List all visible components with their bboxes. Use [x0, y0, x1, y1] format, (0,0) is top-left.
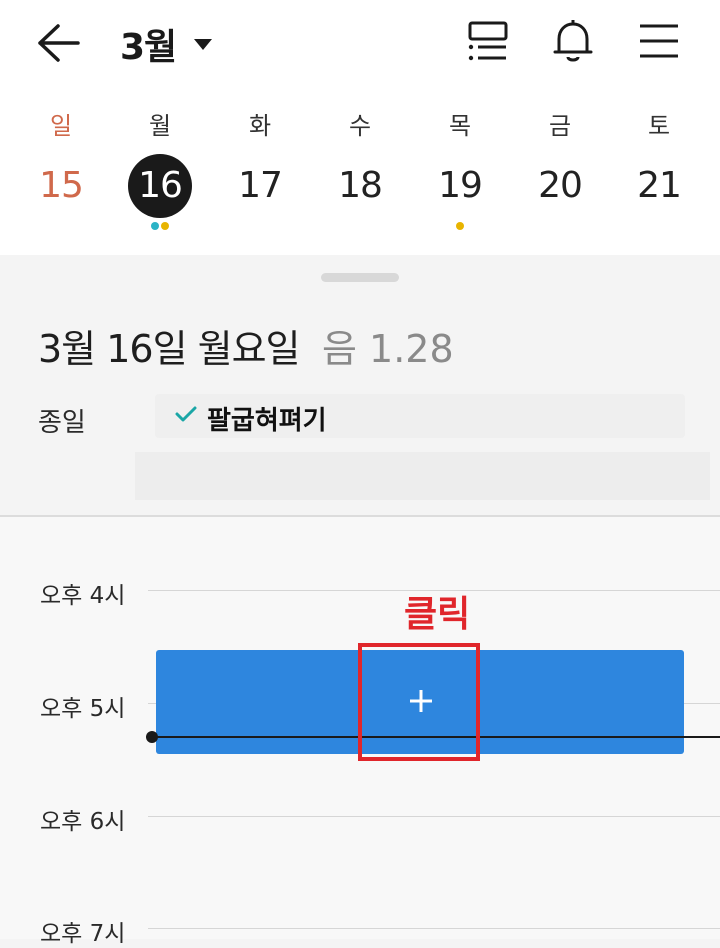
- drag-handle[interactable]: [321, 273, 399, 282]
- day-sunday[interactable]: 일 15: [11, 108, 111, 238]
- day-name: 월: [148, 112, 172, 140]
- day-tuesday[interactable]: 화 17: [210, 108, 310, 238]
- selected-date-heading: 3월 16일 월요일: [38, 327, 300, 371]
- hour-line: [148, 816, 720, 817]
- event-dot: [456, 222, 464, 230]
- day-number: 17: [238, 165, 283, 206]
- hour-label: 오후 4시: [40, 583, 126, 609]
- day-number-selected: 16: [128, 154, 192, 218]
- current-time-dot: [146, 731, 158, 743]
- click-annotation-label: 클릭: [404, 594, 471, 635]
- day-number: 21: [637, 165, 682, 206]
- day-name: 목: [448, 112, 472, 140]
- week-strip: 일 15 월 16 화 17 수 18 목 19 금 20 토 21: [0, 108, 720, 238]
- day-thursday[interactable]: 목 19: [410, 108, 510, 238]
- list-view-icon[interactable]: [466, 20, 510, 64]
- day-name: 일: [49, 112, 73, 140]
- day-monday[interactable]: 월 16: [110, 108, 210, 238]
- event-dots: [410, 222, 510, 232]
- calendar-header: 3월 일 15 월 16 화 17 수 18 목 19 금 20 토 21: [0, 0, 720, 255]
- hour-label: 오후 5시: [40, 696, 126, 722]
- allday-event-title: 팔굽혀펴기: [207, 406, 327, 436]
- hour-line: [148, 928, 720, 929]
- day-saturday[interactable]: 토 21: [609, 108, 709, 238]
- caret-down-icon[interactable]: [193, 38, 213, 52]
- day-number: 19: [438, 165, 483, 206]
- hour-label: 오후 7시: [40, 921, 126, 947]
- day-name: 수: [348, 112, 372, 140]
- event-dots: [110, 222, 210, 232]
- hour-label: 오후 6시: [40, 809, 126, 835]
- day-number: 20: [538, 165, 583, 206]
- day-number: 18: [338, 165, 383, 206]
- allday-label: 종일: [38, 408, 86, 438]
- day-friday[interactable]: 금 20: [510, 108, 610, 238]
- day-name: 토: [647, 112, 671, 140]
- day-wednesday[interactable]: 수 18: [310, 108, 410, 238]
- check-icon: [175, 406, 197, 422]
- day-name: 화: [248, 112, 272, 140]
- hamburger-menu-icon[interactable]: [638, 22, 680, 60]
- lunar-date: 음 1.28: [322, 327, 454, 371]
- allday-empty-slot[interactable]: [135, 452, 710, 500]
- allday-event[interactable]: 팔굽혀펴기: [155, 394, 685, 438]
- bell-icon[interactable]: [551, 18, 595, 64]
- day-name: 금: [548, 112, 572, 140]
- back-arrow-icon[interactable]: [36, 22, 82, 64]
- event-dot: [161, 222, 169, 230]
- click-highlight-box: [358, 643, 480, 761]
- month-title[interactable]: 3월: [120, 18, 177, 70]
- day-number: 15: [39, 165, 84, 206]
- event-dot: [151, 222, 159, 230]
